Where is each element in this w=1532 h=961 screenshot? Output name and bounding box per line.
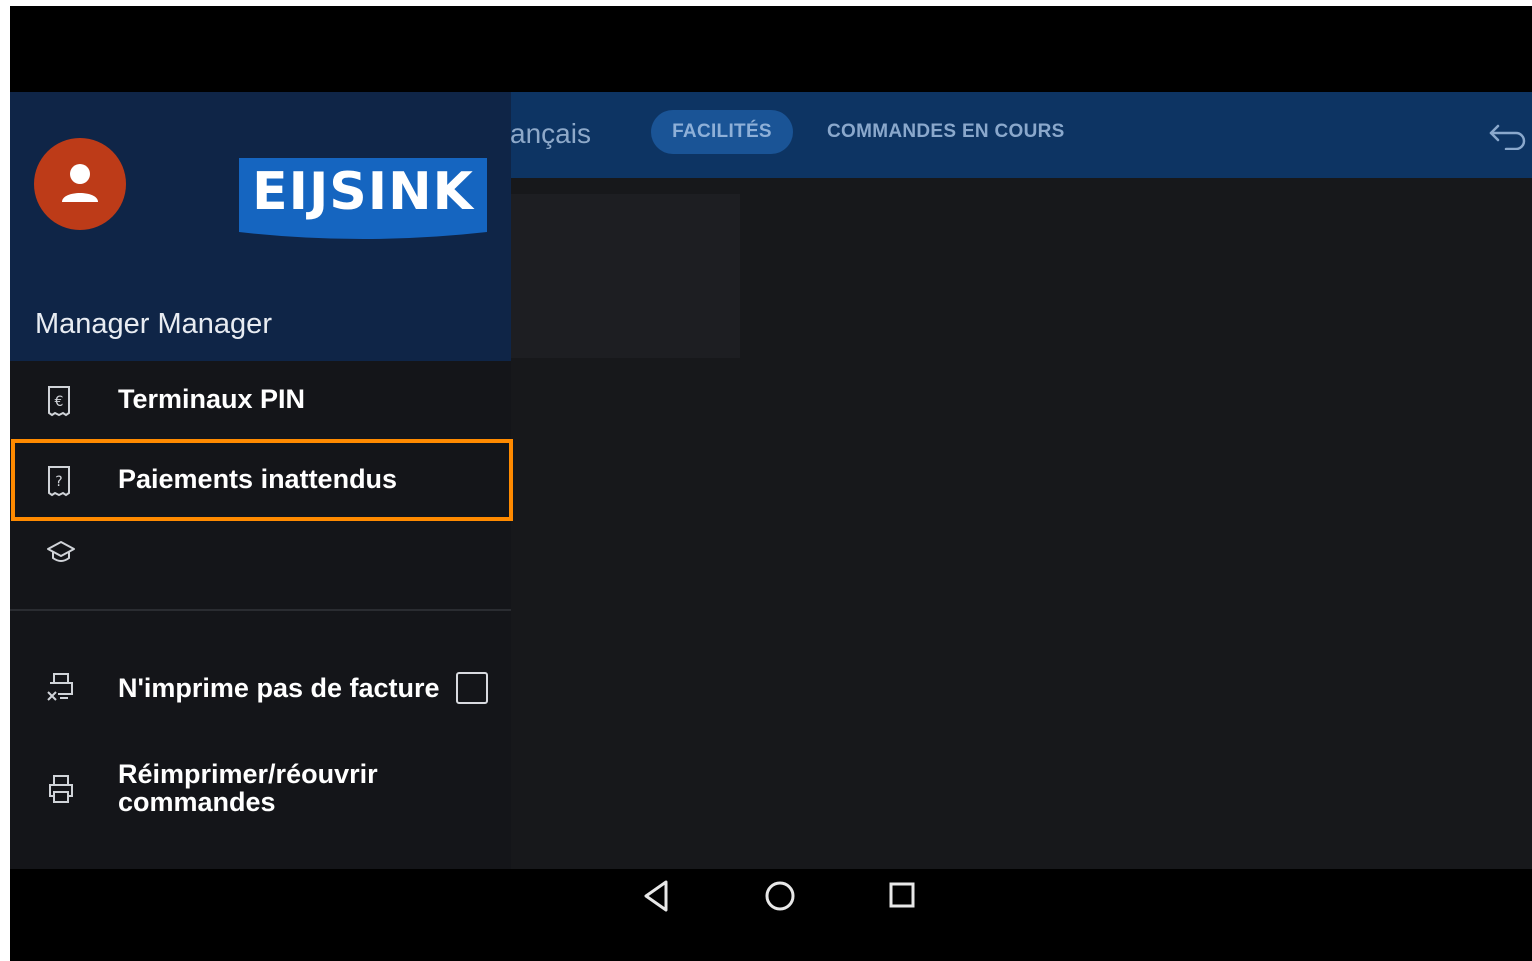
menu-item-label: Réimprimer/réouvrir commandes [118, 760, 378, 816]
recents-square-icon[interactable] [887, 879, 917, 913]
tab-facilites[interactable]: FACILITÉS [651, 110, 793, 154]
menu-item-label: Terminaux PIN [118, 384, 306, 414]
home-circle-icon[interactable] [763, 879, 797, 913]
no-invoice-checkbox[interactable] [456, 672, 488, 704]
euro-receipt-icon: € [48, 386, 70, 417]
menu-item-terminaux-pin[interactable]: € Terminaux PIN [10, 361, 511, 441]
highlight-box [11, 439, 513, 521]
menu-item-no-invoice-print[interactable]: N'imprime pas de facture [10, 647, 511, 727]
drawer-header: EIJSINK Manager Manager [10, 92, 511, 361]
menu-item-training[interactable] [10, 525, 511, 585]
tab-commandes-en-cours[interactable]: COMMANDES EN COURS [827, 110, 1065, 154]
undo-arrow-icon[interactable] [1488, 120, 1528, 150]
user-icon [62, 164, 98, 202]
user-name: Manager Manager [35, 308, 272, 340]
menu-item-label: N'imprime pas de facture [118, 673, 440, 703]
system-nav-bar [10, 869, 1532, 961]
graduation-cap-icon [47, 541, 75, 562]
label-line-1: Réimprimer/réouvrir [118, 759, 378, 789]
status-bar [10, 6, 1532, 92]
printer-icon [49, 775, 73, 803]
divider [10, 609, 511, 611]
printer-cancel-icon [47, 673, 73, 701]
logo-text: EIJSINK [252, 162, 474, 222]
eijsink-logo: EIJSINK [239, 158, 487, 242]
label-line-2: commandes [118, 787, 276, 817]
back-triangle-icon[interactable] [642, 879, 672, 913]
svg-text:€: € [55, 394, 64, 410]
device-screen: ançais FACILITÉS COMMANDES EN COURS EIJS… [10, 6, 1532, 961]
avatar[interactable] [34, 138, 126, 230]
menu-item-reprint-reopen[interactable]: Réimprimer/réouvrir commandes [10, 747, 511, 837]
content-card [490, 194, 740, 358]
navigation-drawer: EIJSINK Manager Manager € Terminaux PIN … [10, 92, 513, 869]
language-selector[interactable]: ançais [510, 118, 591, 150]
